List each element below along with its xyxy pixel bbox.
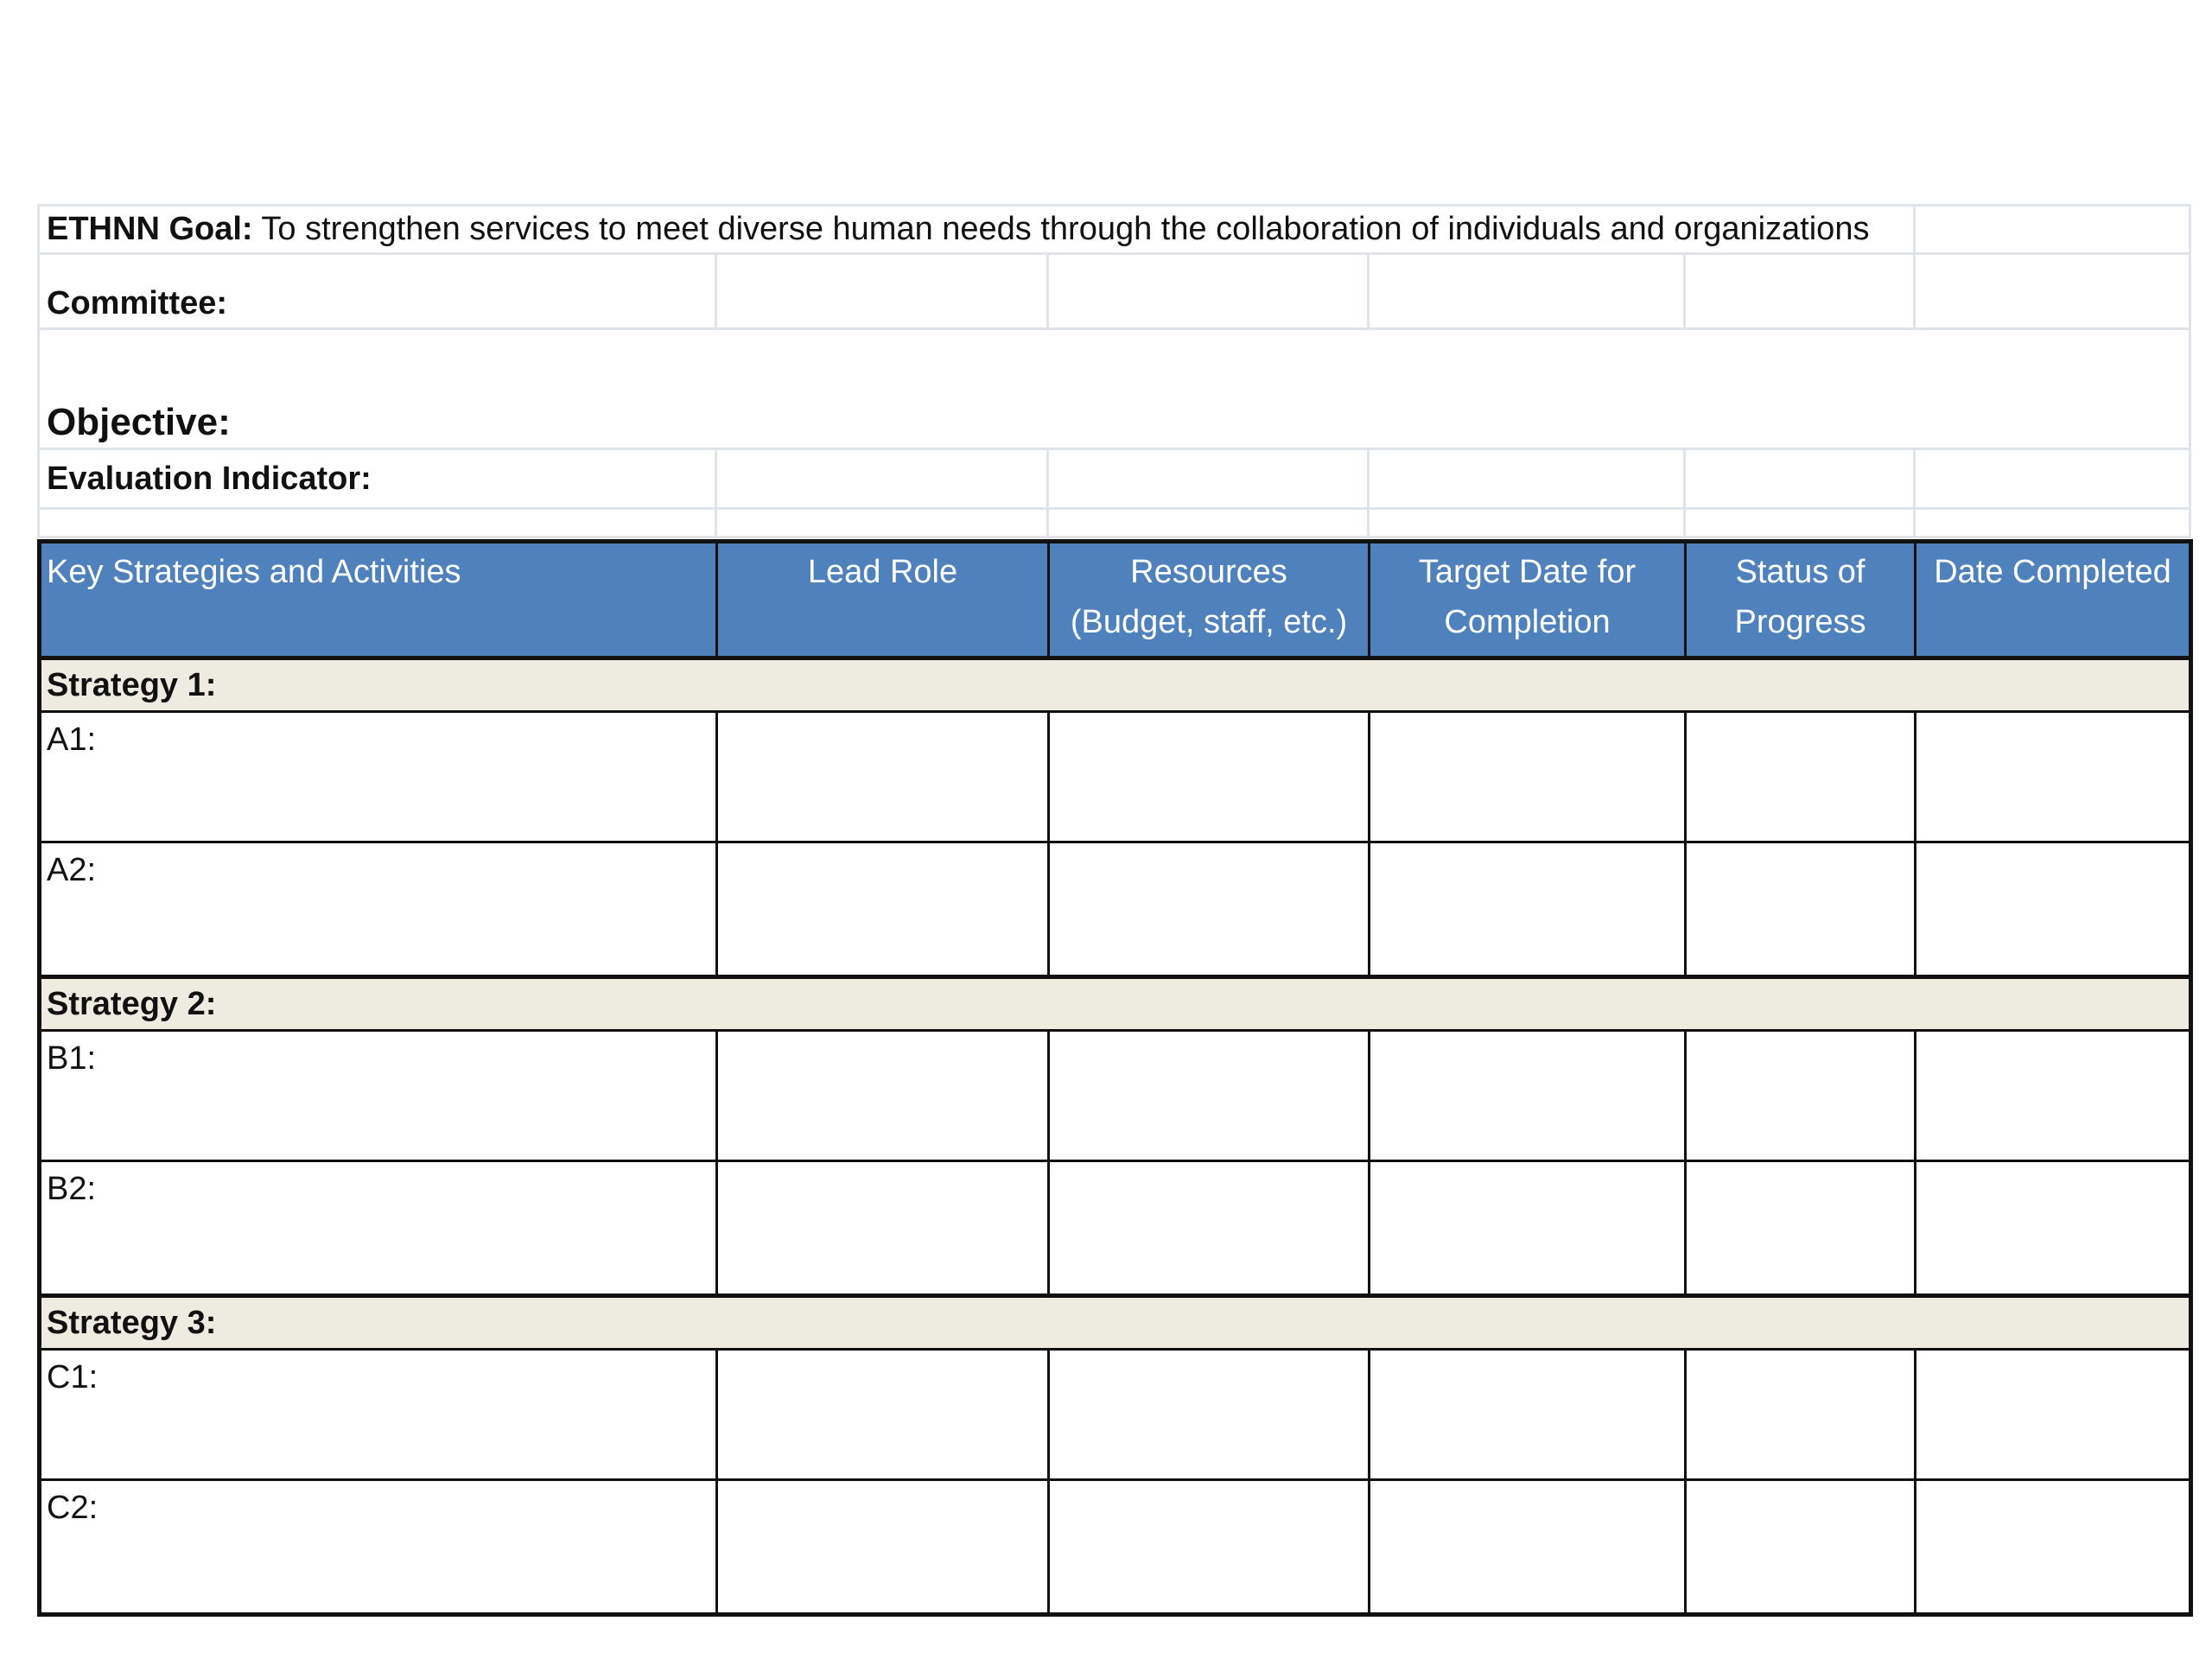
table-header-row: Key Strategies and Activities Lead Role … [38,540,2192,660]
committee-value-cell[interactable] [1913,252,2192,330]
spacer-cell[interactable] [1682,507,1916,538]
target-date-cell[interactable] [1368,1348,1687,1481]
resources-header-line2: (Budget, staff, etc.) [1070,604,1348,640]
target-date-cell[interactable] [1368,841,1687,978]
spacer-cell[interactable] [37,507,717,538]
evaluation-value-cell[interactable] [715,448,1049,510]
strategy-label[interactable]: Strategy 1: [38,656,2192,713]
spacer-cell[interactable] [1367,507,1686,538]
lead-role-cell[interactable] [715,1478,1050,1616]
lead-role-cell[interactable] [715,710,1050,843]
status-cell[interactable] [1684,1029,1916,1162]
spacer-row [37,507,2192,538]
goal-empty-cell[interactable] [1913,204,2192,255]
spacer-cell[interactable] [1046,507,1370,538]
activity-label[interactable]: C1: [38,1348,718,1481]
spacer-cell[interactable] [1913,507,2192,538]
committee-value-cell[interactable] [1367,252,1686,330]
column-header-date-completed: Date Completed [1914,540,2192,660]
resources-cell[interactable] [1047,1348,1370,1481]
status-header-line2: Progress [1734,604,1866,640]
date-completed-cell[interactable] [1914,1348,2192,1481]
document-page: ETHNN Goal: To strengthen services to me… [0,0,2212,1659]
objective-row: Objective: [36,327,2192,450]
goal-info-grid: ETHNN Goal: To strengthen services to me… [36,204,2192,538]
committee-value-cell[interactable] [1046,252,1370,330]
activity-label[interactable]: A2: [38,841,718,978]
goal-text: To strengthen services to meet diverse h… [252,211,1870,247]
lead-role-cell[interactable] [715,841,1050,978]
strategy-row: Strategy 2: [38,975,2192,1032]
committee-value-cell[interactable] [1682,252,1916,330]
activity-label[interactable]: B2: [38,1160,718,1297]
date-completed-cell[interactable] [1914,710,2192,843]
spacer-cell[interactable] [715,507,1049,538]
committee-row: Committee: [37,252,2192,330]
activity-row: A1: [38,710,2192,843]
target-header-line2: Completion [1444,604,1611,640]
evaluation-value-cell[interactable] [1682,448,1916,510]
status-cell[interactable] [1684,1160,1916,1297]
date-completed-cell[interactable] [1914,1160,2192,1297]
objective-label: Objective: [47,401,231,443]
date-completed-cell[interactable] [1914,1478,2192,1616]
objective-cell[interactable]: Objective: [36,327,2192,450]
column-header-status: Status of Progress [1684,540,1916,660]
evaluation-value-cell[interactable] [1367,448,1686,510]
strategy-label[interactable]: Strategy 2: [38,975,2192,1032]
goal-cell[interactable]: ETHNN Goal: To strengthen services to me… [36,204,1916,255]
resources-cell[interactable] [1047,1478,1370,1616]
status-cell[interactable] [1684,841,1916,978]
action-plan-table: Key Strategies and Activities Lead Role … [37,539,2193,1617]
date-completed-cell[interactable] [1914,1029,2192,1162]
status-cell[interactable] [1684,1478,1916,1616]
committee-label: Committee: [47,285,228,321]
goal-row: ETHNN Goal: To strengthen services to me… [36,204,2192,255]
strategy-label[interactable]: Strategy 3: [38,1294,2192,1351]
resources-cell[interactable] [1047,1160,1370,1297]
lead-role-cell[interactable] [715,1348,1050,1481]
evaluation-cell[interactable]: Evaluation Indicator: [37,448,717,510]
evaluation-row: Evaluation Indicator: [37,448,2192,510]
activity-row: B1: [38,1029,2192,1162]
column-header-resources: Resources (Budget, staff, etc.) [1047,540,1370,660]
strategy-row: Strategy 3: [38,1294,2192,1351]
column-header-activities: Key Strategies and Activities [38,540,718,660]
target-date-cell[interactable] [1368,1160,1687,1297]
evaluation-value-cell[interactable] [1913,448,2192,510]
evaluation-value-cell[interactable] [1046,448,1370,510]
status-header-line1: Status of [1735,554,1866,590]
target-header-line1: Target Date for [1418,554,1637,590]
lead-role-cell[interactable] [715,1160,1050,1297]
committee-cell[interactable]: Committee: [37,252,717,330]
activity-row: B2: [38,1160,2192,1297]
resources-header-line1: Resources [1130,554,1287,590]
resources-cell[interactable] [1047,710,1370,843]
resources-cell[interactable] [1047,1029,1370,1162]
activity-label[interactable]: B1: [38,1029,718,1162]
column-header-lead-role: Lead Role [715,540,1050,660]
activity-row: A2: [38,841,2192,978]
strategy-row: Strategy 1: [38,656,2192,713]
resources-cell[interactable] [1047,841,1370,978]
evaluation-label: Evaluation Indicator: [47,460,372,497]
committee-value-cell[interactable] [715,252,1049,330]
activity-row: C2: [38,1478,2192,1616]
target-date-cell[interactable] [1368,1478,1687,1616]
goal-label: ETHNN Goal: [47,211,253,247]
activity-row: C1: [38,1348,2192,1481]
status-cell[interactable] [1684,1348,1916,1481]
lead-role-cell[interactable] [715,1029,1050,1162]
target-date-cell[interactable] [1368,710,1687,843]
column-header-target-date: Target Date for Completion [1368,540,1687,660]
status-cell[interactable] [1684,710,1916,843]
date-completed-cell[interactable] [1914,841,2192,978]
activity-label[interactable]: C2: [38,1478,718,1616]
activity-label[interactable]: A1: [38,710,718,843]
target-date-cell[interactable] [1368,1029,1687,1162]
